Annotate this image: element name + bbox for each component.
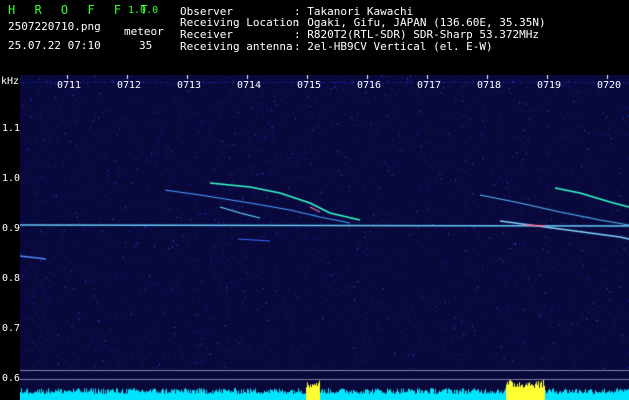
x-tick-label: 0715 bbox=[297, 80, 322, 91]
app-version: 1.0.0 bbox=[128, 5, 159, 16]
x-tick-label: 0717 bbox=[417, 80, 442, 91]
y-tick-label: 1.0 bbox=[2, 173, 21, 184]
x-tick-label: 0714 bbox=[237, 80, 262, 91]
antenna-label: Receiving antenna bbox=[180, 40, 293, 53]
file-name: 2507220710.png bbox=[8, 20, 101, 33]
y-tick-label: 0.6 bbox=[2, 373, 21, 384]
x-tick-label: 0713 bbox=[177, 80, 202, 91]
header-panel: H R O F F T 1.0.0 2507220710.png 25.07.2… bbox=[0, 0, 629, 75]
spectrogram bbox=[20, 75, 629, 400]
date-time: 25.07.22 07:10 bbox=[8, 39, 101, 52]
x-tick-label: 0711 bbox=[57, 80, 82, 91]
y-tick-label: 0.9 bbox=[2, 223, 21, 234]
x-tick-label: 0719 bbox=[537, 80, 562, 91]
x-tick-label: 0718 bbox=[477, 80, 502, 91]
x-tick-label: 0716 bbox=[357, 80, 382, 91]
y-tick-label: 1.1 bbox=[2, 123, 21, 134]
y-axis-unit: kHz bbox=[1, 76, 20, 87]
y-tick-label: 0.7 bbox=[2, 323, 21, 334]
meteor-count: 35 bbox=[139, 39, 153, 52]
x-tick-label: 0720 bbox=[597, 80, 622, 91]
meteor-label: meteor bbox=[124, 25, 164, 38]
x-tick-label: 0712 bbox=[117, 80, 142, 91]
antenna-value: : 2el-HB9CV Vertical (el. E-W) bbox=[294, 40, 493, 53]
y-tick-label: 0.8 bbox=[2, 273, 21, 284]
